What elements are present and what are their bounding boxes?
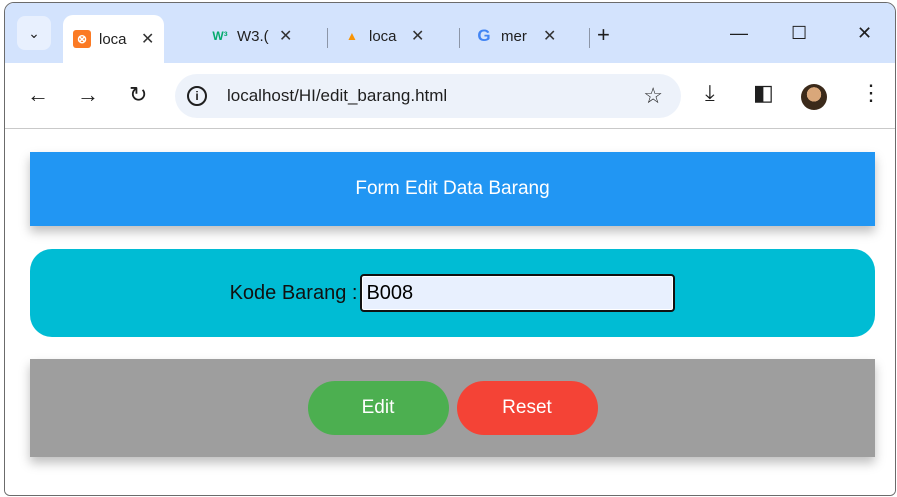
close-tab-icon[interactable]: ✕ — [411, 26, 424, 46]
forward-arrow-icon[interactable]: → — [77, 82, 99, 108]
form-header: Form Edit Data Barang — [30, 152, 875, 226]
kode-barang-label: Kode Barang : — [229, 281, 358, 304]
button-panel: Edit Reset — [30, 359, 875, 457]
minimize-icon[interactable]: — — [730, 23, 748, 44]
new-tab-button[interactable]: + — [597, 22, 610, 48]
reload-icon[interactable]: ↻ — [129, 82, 147, 108]
browser-toolbar: ← → ↻ i localhost/HI/edit_barang.html ☆ … — [5, 63, 895, 129]
xampp-icon: ⊗ — [73, 30, 91, 48]
page-content: Form Edit Data Barang Kode Barang : Edit… — [5, 129, 895, 495]
tab-title: loca — [99, 30, 127, 48]
tab-phpmyadmin[interactable]: ▲ loca ✕ — [333, 16, 434, 56]
download-icon[interactable]: ⤓ — [705, 80, 715, 106]
bookmark-star-icon[interactable]: ☆ — [643, 83, 663, 109]
tab-search-button[interactable]: ⌄ — [17, 16, 51, 50]
w3schools-icon: W³ — [212, 29, 228, 43]
tab-google[interactable]: G mer ✕ — [465, 16, 566, 56]
close-tab-icon[interactable]: ✕ — [543, 26, 556, 46]
tab-strip: ⌄ ⊗ loca ✕ W³ W3.( ✕ ▲ loca ✕ G mer ✕ + … — [5, 3, 895, 63]
window-close-icon[interactable]: ✕ — [857, 23, 872, 44]
page-title: Form Edit Data Barang — [355, 178, 550, 199]
close-tab-icon[interactable]: ✕ — [279, 26, 292, 46]
tab-separator — [459, 28, 460, 48]
tab-localhost-active[interactable]: ⊗ loca ✕ — [63, 15, 165, 63]
tab-title: loca — [369, 27, 397, 45]
edit-button[interactable]: Edit — [307, 381, 449, 435]
google-icon: G — [477, 26, 491, 45]
close-tab-icon[interactable]: ✕ — [141, 29, 154, 49]
kode-barang-panel: Kode Barang : — [30, 249, 875, 337]
address-bar[interactable]: i localhost/HI/edit_barang.html ☆ — [175, 74, 681, 118]
phpmyadmin-icon: ▲ — [346, 29, 358, 43]
chevron-down-icon: ⌄ — [28, 24, 40, 41]
tab-title: W3.( — [237, 27, 269, 45]
tab-w3schools[interactable]: W³ W3.( ✕ — [201, 16, 302, 56]
maximize-icon[interactable]: ☐ — [791, 23, 807, 44]
browser-window: ⌄ ⊗ loca ✕ W³ W3.( ✕ ▲ loca ✕ G mer ✕ + … — [4, 2, 896, 496]
reset-button[interactable]: Reset — [456, 381, 598, 435]
tab-title: mer — [501, 27, 527, 45]
tab-separator — [589, 28, 590, 48]
kode-barang-input[interactable] — [360, 274, 676, 312]
profile-avatar[interactable] — [801, 84, 827, 110]
back-arrow-icon[interactable]: ← — [27, 82, 49, 108]
site-info-icon[interactable]: i — [187, 86, 207, 106]
url-text[interactable]: localhost/HI/edit_barang.html — [227, 86, 447, 106]
side-panel-icon[interactable]: ◧ — [753, 80, 774, 106]
menu-kebab-icon[interactable]: ⋮ — [860, 80, 882, 106]
tab-separator — [327, 28, 328, 48]
